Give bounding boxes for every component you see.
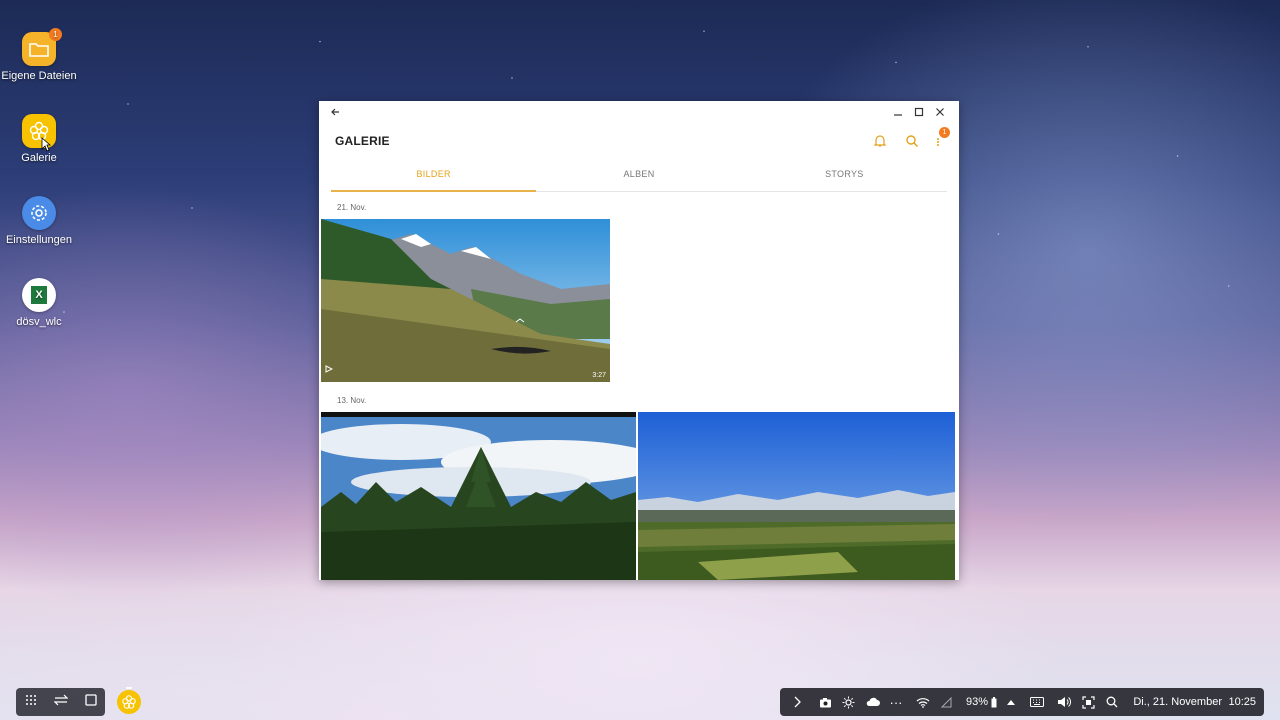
desktop-icon-label: Eigene Dateien: [1, 70, 77, 82]
screenshot-icon[interactable]: [1076, 688, 1100, 716]
search-icon[interactable]: [1100, 688, 1124, 716]
folder-icon: 1: [22, 28, 62, 66]
battery-icon: [988, 688, 1000, 716]
battery-percent: 93%: [965, 696, 988, 708]
apps-grid-icon[interactable]: [25, 693, 37, 711]
clock-time[interactable]: 10:25: [1222, 688, 1256, 716]
group-date: 13. Nov.: [337, 396, 367, 405]
date-label[interactable]: Di., 21. November: [1124, 688, 1222, 716]
image-thumbnail[interactable]: [321, 412, 636, 580]
gallery-flower-icon: [122, 695, 136, 709]
back-arrow-icon[interactable]: [327, 104, 343, 120]
volume-icon[interactable]: [1052, 688, 1076, 716]
group-date: 21. Nov.: [337, 203, 367, 212]
image-thumbnail[interactable]: [638, 412, 955, 580]
app-bar: GALERIE 1: [319, 123, 959, 159]
window-titlebar[interactable]: [319, 101, 959, 123]
desktop-icon-settings[interactable]: Einstellungen: [0, 196, 78, 246]
close-button[interactable]: [932, 104, 948, 120]
tab-storys[interactable]: STORYS: [742, 163, 947, 191]
desktop-icon-gallery[interactable]: Galerie: [0, 114, 78, 164]
minimize-button[interactable]: [890, 104, 906, 120]
tab-bar: BILDER ALBEN STORYS: [331, 163, 947, 192]
chevron-right-icon[interactable]: [780, 688, 814, 716]
video-duration: 3:27: [592, 372, 606, 379]
desktop-icon-my-files[interactable]: 1 Eigene Dateien: [0, 28, 78, 82]
tab-bilder[interactable]: BILDER: [331, 163, 537, 192]
more-badge: 1: [939, 127, 950, 138]
wifi-icon[interactable]: [908, 688, 938, 716]
desktop-icon-excel-file[interactable]: X dösv_wlc: [0, 278, 78, 328]
notification-bell-icon[interactable]: [871, 132, 889, 150]
forest-image: [321, 412, 636, 580]
cloud-icon[interactable]: [860, 688, 884, 716]
maximize-button[interactable]: [911, 104, 927, 120]
brightness-icon[interactable]: [836, 688, 860, 716]
more-options-icon[interactable]: 1: [929, 127, 950, 150]
system-tray: ··· 93% Di., 21. November 10:25: [780, 688, 1264, 716]
gear-icon: [22, 196, 56, 230]
notification-badge: 1: [49, 28, 62, 41]
mouse-cursor-icon: [41, 137, 51, 152]
desktop-icon-label: Galerie: [21, 152, 57, 164]
taskbar-gallery-app[interactable]: [117, 687, 141, 714]
play-icon: [325, 360, 334, 378]
keyboard-icon[interactable]: [1022, 688, 1052, 716]
home-square-icon[interactable]: [84, 693, 97, 711]
mountain-meadow-image: [321, 219, 610, 382]
valley-landscape-image: [638, 412, 955, 580]
taskbar-left: [16, 688, 105, 716]
search-icon[interactable]: [903, 132, 921, 150]
recent-apps-icon[interactable]: [53, 693, 68, 711]
more-dots-icon[interactable]: ···: [884, 688, 908, 716]
signal-icon: [938, 688, 954, 716]
caret-up-icon[interactable]: [1000, 688, 1022, 716]
camera-icon[interactable]: [814, 688, 836, 716]
gallery-window: GALERIE 1 BILDER ALBEN STORYS 21. Nov. 3…: [319, 101, 959, 580]
excel-icon: X: [22, 278, 56, 312]
video-thumbnail[interactable]: 3:27: [321, 219, 610, 382]
running-indicator: [126, 687, 132, 689]
app-title: GALERIE: [335, 134, 390, 148]
tab-alben[interactable]: ALBEN: [536, 163, 741, 191]
desktop-icon-label: dösv_wlc: [16, 316, 62, 328]
desktop-icon-label: Einstellungen: [5, 234, 73, 246]
